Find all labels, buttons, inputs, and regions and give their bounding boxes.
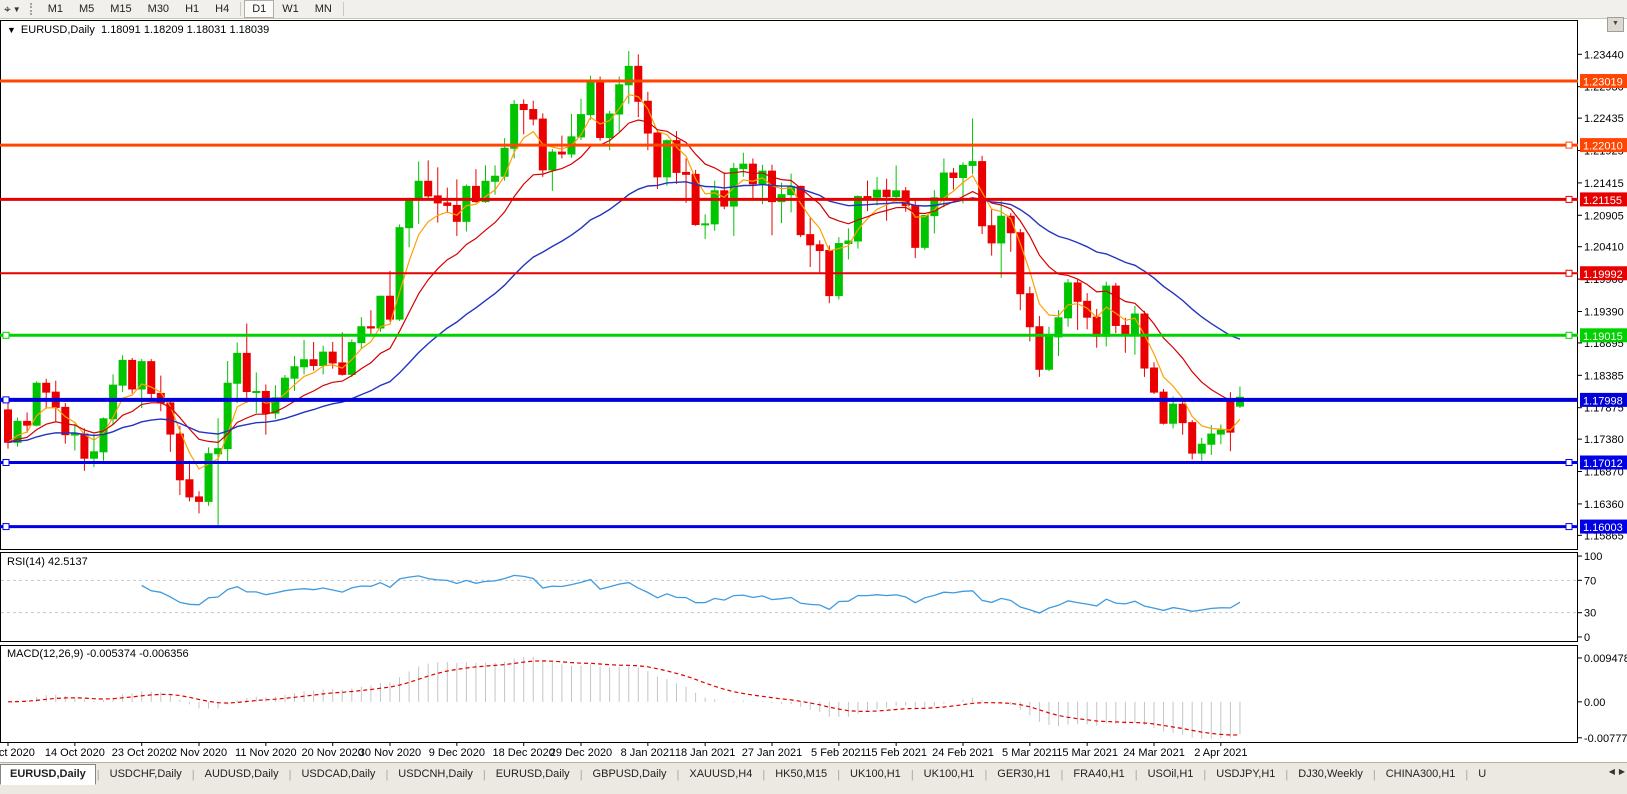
svg-text:1.16360: 1.16360 [1584, 499, 1624, 511]
svg-text:29 Dec 2020: 29 Dec 2020 [550, 747, 612, 759]
svg-text:1.20905: 1.20905 [1584, 210, 1624, 222]
svg-text:0.009478: 0.009478 [1584, 653, 1627, 665]
svg-text:1.19390: 1.19390 [1584, 306, 1624, 318]
svg-text:2 Nov 2020: 2 Nov 2020 [171, 747, 227, 759]
tab-hk50-m15[interactable]: HK50,M15 [766, 765, 836, 784]
svg-text:8 Jan 2021: 8 Jan 2021 [621, 747, 675, 759]
svg-text:100: 100 [1584, 551, 1602, 563]
tabs-scroll-left[interactable]: ◀ [1609, 767, 1615, 776]
svg-text:0: 0 [1584, 632, 1590, 644]
svg-text:1.21155: 1.21155 [1583, 195, 1622, 207]
svg-text:15 Feb 2021: 15 Feb 2021 [865, 747, 927, 759]
svg-text:1.19015: 1.19015 [1583, 331, 1623, 343]
svg-text:1.22435: 1.22435 [1584, 113, 1624, 125]
svg-text:27 Jan 2021: 27 Jan 2021 [742, 747, 803, 759]
rsi-label: RSI(14) 42.5137 [7, 556, 88, 568]
chart-canvas[interactable]: 1.234401.229301.224351.219251.214151.209… [0, 0, 1627, 762]
tab-gbpusd-daily[interactable]: GBPUSD,Daily [584, 765, 676, 784]
svg-text:1.18385: 1.18385 [1584, 370, 1624, 382]
symbol-dropdown-icon[interactable]: ▼ [7, 25, 16, 35]
svg-text:1.17380: 1.17380 [1584, 434, 1624, 446]
tab-u[interactable]: U [1469, 765, 1495, 784]
svg-text:1.19992: 1.19992 [1583, 269, 1623, 281]
svg-text:1.17012: 1.17012 [1583, 458, 1623, 470]
chart-scroll-button[interactable]: ▼ [1607, 17, 1624, 32]
svg-text:14 Oct 2020: 14 Oct 2020 [45, 747, 105, 759]
tab-uk100-h1[interactable]: UK100,H1 [841, 765, 910, 784]
svg-text:5 Oct 2020: 5 Oct 2020 [0, 747, 35, 759]
svg-text:24 Mar 2021: 24 Mar 2021 [1123, 747, 1185, 759]
chart-tab-bar: EURUSD,Daily|USDCHF,Daily|AUDUSD,Daily|U… [0, 762, 1627, 786]
tab-eurusd-daily[interactable]: EURUSD,Daily [0, 764, 96, 785]
svg-text:0.00: 0.00 [1584, 697, 1605, 709]
svg-text:1.20410: 1.20410 [1584, 242, 1624, 254]
tab-usdcnh-daily[interactable]: USDCNH,Daily [389, 765, 482, 784]
svg-text:24 Feb 2021: 24 Feb 2021 [932, 747, 994, 759]
svg-text:2 Apr 2021: 2 Apr 2021 [1194, 747, 1247, 759]
tab-dj30-weekly[interactable]: DJ30,Weekly [1289, 765, 1372, 784]
svg-text:1.23019: 1.23019 [1583, 77, 1623, 89]
svg-text:1.16003: 1.16003 [1583, 522, 1623, 534]
tab-uk100-h1[interactable]: UK100,H1 [915, 765, 984, 784]
svg-text:9 Dec 2020: 9 Dec 2020 [429, 747, 485, 759]
svg-text:23 Oct 2020: 23 Oct 2020 [112, 747, 172, 759]
tab-audusd-daily[interactable]: AUDUSD,Daily [196, 765, 288, 784]
window-bottom-strip [0, 786, 1627, 794]
svg-text:1.22010: 1.22010 [1583, 141, 1623, 153]
svg-text:15 Mar 2021: 15 Mar 2021 [1056, 747, 1118, 759]
ohlc-values: 1.18091 1.18209 1.18031 1.18039 [101, 24, 269, 36]
svg-text:-0.007778: -0.007778 [1584, 733, 1627, 745]
tab-usdchf-daily[interactable]: USDCHF,Daily [101, 765, 191, 784]
symbol-label: EURUSD,Daily [21, 24, 95, 36]
tab-usdcad-daily[interactable]: USDCAD,Daily [292, 765, 384, 784]
svg-text:11 Nov 2020: 11 Nov 2020 [235, 747, 297, 759]
tab-ger30-h1[interactable]: GER30,H1 [988, 765, 1059, 784]
tab-usoil-h1[interactable]: USOil,H1 [1139, 765, 1203, 784]
svg-text:20 Nov 2020: 20 Nov 2020 [302, 747, 364, 759]
svg-text:18 Jan 2021: 18 Jan 2021 [675, 747, 736, 759]
svg-text:18 Dec 2020: 18 Dec 2020 [493, 747, 555, 759]
svg-text:30: 30 [1584, 608, 1596, 620]
tab-fra40-h1[interactable]: FRA40,H1 [1064, 765, 1133, 784]
svg-text:1.21415: 1.21415 [1584, 178, 1624, 190]
tabs-scroll-right[interactable]: ▶ [1619, 767, 1625, 776]
macd-label: MACD(12,26,9) -0.005374 -0.006356 [7, 648, 189, 660]
tab-eurusd-daily[interactable]: EURUSD,Daily [487, 765, 579, 784]
svg-text:1.23440: 1.23440 [1584, 49, 1624, 61]
tab-usdjpy-h1[interactable]: USDJPY,H1 [1207, 765, 1284, 784]
svg-text:1.17998: 1.17998 [1583, 395, 1623, 407]
tab-china300-h1[interactable]: CHINA300,H1 [1377, 765, 1465, 784]
svg-text:5 Mar 2021: 5 Mar 2021 [1002, 747, 1058, 759]
svg-text:5 Feb 2021: 5 Feb 2021 [811, 747, 867, 759]
tab-xauusd-h4[interactable]: XAUUSD,H4 [680, 765, 761, 784]
chart-title: ▼ EURUSD,Daily 1.18091 1.18209 1.18031 1.… [7, 24, 269, 36]
svg-text:70: 70 [1584, 575, 1596, 587]
svg-text:30 Nov 2020: 30 Nov 2020 [359, 747, 421, 759]
